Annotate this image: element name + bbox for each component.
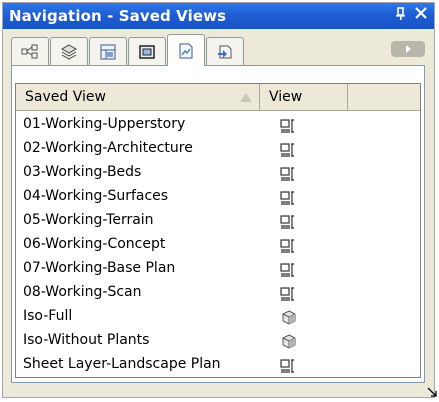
list-item[interactable]: 02-Working-Architecture: [16, 138, 414, 162]
list-item[interactable]: 06-Working-Concept: [16, 234, 414, 258]
references-icon: [218, 45, 232, 58]
classes-icon: [21, 44, 38, 58]
list-item[interactable]: 08-Working-Scan: [16, 282, 414, 306]
tab-viewports[interactable]: [128, 37, 166, 65]
list-item[interactable]: 03-Working-Beds: [16, 162, 414, 186]
navigation-palette: Navigation - Saved Views Saved View View…: [2, 2, 437, 398]
list-item[interactable]: 01-Working-Upperstory: [16, 114, 414, 138]
pin-icon[interactable]: [395, 7, 407, 25]
saved-view-name: 07-Working-Base Plan: [23, 260, 176, 276]
saved-view-name: Sheet Layer-Landscape Plan: [23, 356, 221, 372]
window-title: Navigation - Saved Views: [9, 7, 227, 25]
list-item[interactable]: 04-Working-Surfaces: [16, 186, 414, 210]
saved-views-panel: Saved View View 01-Working-Upperstory 02…: [11, 65, 425, 383]
iso-view-icon: [282, 334, 296, 349]
list-item[interactable]: Iso-Without Plants: [16, 330, 414, 354]
tab-references[interactable]: [206, 37, 244, 65]
saved-views-list[interactable]: Saved View View 01-Working-Upperstory 02…: [15, 83, 421, 378]
sheet-layers-icon: [100, 44, 116, 59]
list-item[interactable]: 07-Working-Base Plan: [16, 258, 414, 282]
tab-classes[interactable]: [11, 37, 49, 65]
iso-view-icon: [282, 310, 296, 325]
resize-grip-icon[interactable]: [427, 387, 437, 397]
viewports-icon: [139, 44, 155, 59]
plan-view-icon: [280, 143, 294, 157]
saved-view-name: 01-Working-Upperstory: [23, 116, 186, 132]
saved-view-name: Iso-Full: [23, 308, 73, 324]
list-item[interactable]: Iso-Full: [16, 306, 414, 330]
tab-strip: [3, 29, 434, 67]
arrow-right-icon: [406, 45, 411, 53]
plan-view-icon: [280, 167, 294, 181]
more-tabs-button[interactable]: [391, 41, 425, 57]
plan-view-icon: [280, 239, 294, 253]
plan-view-icon: [280, 215, 294, 229]
saved-view-name: 02-Working-Architecture: [23, 140, 193, 156]
plan-view-icon: [280, 359, 294, 373]
plan-view-icon: [280, 287, 294, 301]
column-header-view[interactable]: View: [260, 84, 348, 110]
tab-sheet-layers[interactable]: [89, 37, 127, 65]
saved-views-icon: [179, 43, 193, 58]
title-bar[interactable]: Navigation - Saved Views: [3, 3, 434, 29]
saved-view-name: 06-Working-Concept: [23, 236, 166, 252]
saved-view-name: 04-Working-Surfaces: [23, 188, 169, 204]
saved-view-name: 05-Working-Terrain: [23, 212, 154, 228]
saved-view-name: 03-Working-Beds: [23, 164, 142, 180]
close-icon[interactable]: [414, 5, 428, 24]
tab-layers[interactable]: [50, 37, 88, 65]
plan-view-icon: [280, 119, 294, 133]
sort-arrow-icon: [240, 93, 252, 102]
list-item[interactable]: Sheet Layer-Landscape Plan: [16, 354, 414, 378]
column-header-saved-view[interactable]: Saved View: [16, 84, 260, 110]
plan-view-icon: [280, 191, 294, 205]
saved-view-name: 08-Working-Scan: [23, 284, 142, 300]
layers-icon: [60, 43, 78, 60]
saved-view-name: Iso-Without Plants: [23, 332, 150, 348]
plan-view-icon: [280, 263, 294, 277]
tab-saved-views[interactable]: [167, 34, 205, 66]
list-item[interactable]: 05-Working-Terrain: [16, 210, 414, 234]
list-header: Saved View View: [16, 84, 420, 111]
